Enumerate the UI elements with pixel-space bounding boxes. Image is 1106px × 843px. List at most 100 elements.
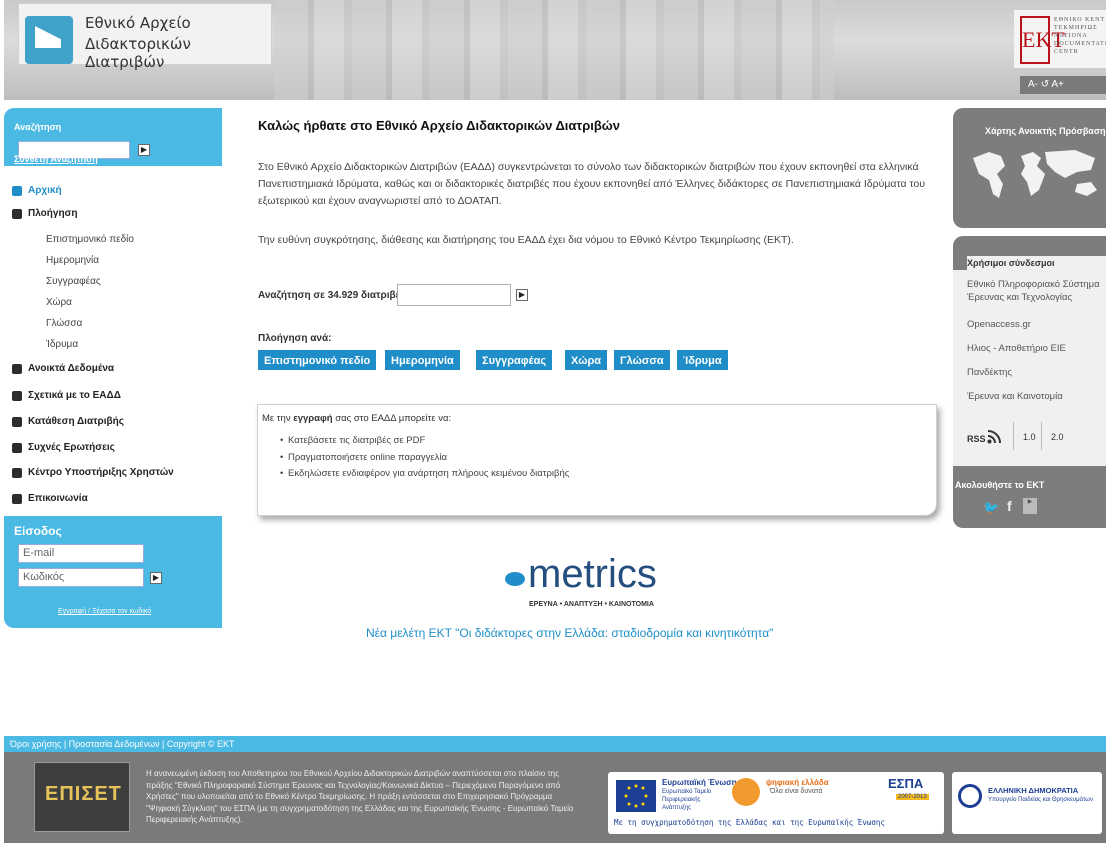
intro-paragraph: Στο Εθνικό Αρχείο Διδακτορικών Διατριβών…: [258, 161, 926, 207]
home-icon: [12, 186, 22, 196]
emetrics-logo[interactable]: metrics ΕΡΕΥΝΑ • ΑΝΑΠΤΥΞΗ • ΚΑΙΝΟΤΟΜΙΑ: [505, 552, 657, 608]
sidebar-browse-language[interactable]: Γλώσσα: [46, 318, 82, 329]
link-ekt-system[interactable]: Εθνικό Πληροφοριακό Σύστημα Έρευνας και …: [967, 278, 1106, 304]
register-link[interactable]: εγγραφή: [293, 413, 332, 424]
login-go-icon[interactable]: ▶: [150, 572, 162, 584]
logo-line1: Εθνικό Αρχείο: [85, 14, 191, 32]
nav-support[interactable]: Κέντρο Υποστήριξης Χρηστών: [4, 467, 222, 478]
sidebar-browse-author[interactable]: Συγγραφέας: [46, 276, 101, 287]
browse-date-button[interactable]: Ημερομηνία: [384, 349, 461, 371]
responsibility-paragraph: Την ευθύνη συγκρότησης, διάθεσης και δια…: [258, 234, 794, 246]
main-search-label: Αναζήτηση σε 34.929 διατριβές: [258, 290, 406, 301]
main-search-input[interactable]: [397, 284, 511, 306]
digital-greece-icon: [732, 778, 760, 806]
contact-icon: [12, 494, 22, 504]
link-helios[interactable]: Ηλιος - Αποθετήριο ΕΙΕ: [967, 342, 1106, 355]
benefit-item: Εκδηλώσετε ενδιαφέρον για ανάρτηση πλήρο…: [280, 468, 569, 479]
ekt-mark: EKT: [1020, 16, 1065, 64]
advanced-search-link[interactable]: Σύνθετη Αναζήτηση: [14, 154, 98, 164]
rss-icon[interactable]: [987, 430, 1001, 444]
browse-country-button[interactable]: Χώρα: [564, 349, 609, 371]
browse-language-button[interactable]: Γλώσσα: [613, 349, 671, 371]
eu-flag-icon: [616, 780, 656, 812]
follow-row: Ακολουθήστε το ΕΚΤ 🐦 f ▶: [953, 466, 1106, 528]
emetrics-word: metrics: [528, 552, 657, 596]
emetrics-tagline: ΕΡΕΥΝΑ • ΑΝΑΠΤΥΞΗ • ΚΑΙΝΟΤΟΜΙΑ: [529, 601, 654, 608]
footer-funding-text: Η ανανεωμένη έκδοση του Αποθετηρίου του …: [146, 769, 574, 824]
browse-field-button[interactable]: Επιστημονικό πεδίο: [257, 349, 378, 371]
ekt-logo[interactable]: EKT ΕΘΝΙΚΟ ΚΕΝΤ ΤΕΚΜΗΡΙΩΣ NATIONA DOCUME…: [1014, 10, 1106, 68]
nav-about[interactable]: Σχετικά με το ΕΑΔΔ: [4, 390, 222, 401]
nav-browse[interactable]: Πλοήγηση: [4, 208, 222, 219]
about-icon: [12, 391, 22, 401]
digital-greece-subtitle: Όλα είναι δυνατά: [770, 788, 823, 795]
nav-contact[interactable]: Επικοινωνία: [4, 493, 222, 504]
support-icon: [12, 468, 22, 478]
browse-institution-button[interactable]: Ίδρυμα: [676, 349, 729, 371]
eu-title: Ευρωπαϊκή Ένωση: [662, 778, 737, 787]
world-map-icon: [973, 150, 1097, 198]
register-forgot-links[interactable]: Εγγραφή / Ξέχασα τον κωδικό: [58, 608, 151, 615]
benefit-item: Πραγματοποιήσετε online παραγγελία: [280, 452, 447, 463]
sidebar-browse-country[interactable]: Χώρα: [46, 297, 72, 308]
login-panel: Είσοδος E-mail Κωδικός ▶ Εγγραφή / Ξέχασ…: [4, 516, 222, 628]
register-intro: Με την εγγραφή σας στο ΕΑΔΔ μπορείτε να:: [262, 413, 452, 424]
header-background-image: [274, 0, 834, 100]
espa-years: 2007-2013: [896, 794, 929, 800]
study-link[interactable]: Νέα μελέτη ΕΚΤ "Οι διδάκτορες στην Ελλάδ…: [366, 626, 773, 640]
main-search-go-icon[interactable]: ▶: [516, 289, 528, 301]
rss-v2-link[interactable]: 2.0: [1051, 432, 1064, 442]
left-sidebar: Αναζήτηση ▶ Σύνθετη Αναζήτηση Αρχική Πλο…: [4, 108, 222, 628]
gr-subtitle: Υπουργείο Παιδείας και Θρησκευμάτων: [988, 797, 1093, 803]
digital-greece-title: ψηφιακή ελλάδα: [766, 778, 829, 787]
youtube-icon[interactable]: ▶: [1023, 498, 1037, 514]
eu-subtitle: Ευρωπαϊκό Ταμείο Περιφερειακής Ανάπτυξης: [662, 789, 712, 811]
nav-open-data[interactable]: Ανοικτά Δεδομένα: [4, 363, 222, 374]
sidebar-browse-institution[interactable]: Ίδρυμα: [46, 339, 78, 350]
page-title: Καλώς ήρθατε στο Εθνικό Αρχείο Διδακτορι…: [258, 118, 620, 133]
sidebar-search-label: Αναζήτηση: [14, 122, 62, 132]
follow-title: Ακολουθήστε το ΕΚΤ: [955, 480, 1045, 490]
logo-mark-icon: [25, 16, 73, 64]
nav-home[interactable]: Αρχική: [4, 185, 222, 196]
page-header: Εθνικό Αρχείο Διδακτορικών Διατριβών EKT…: [4, 0, 1106, 100]
footer: ΕΠΙΣΕΤ Η ανανεωμένη έκδοση του Αποθετηρί…: [4, 752, 1106, 843]
sidebar-search-panel: Αναζήτηση ▶ Σύνθετη Αναζήτηση: [4, 108, 222, 166]
font-size-controls[interactable]: A- ↺ A+: [1020, 76, 1106, 94]
hellenic-republic-logo: ΕΛΛΗΝΙΚΗ ΔΗΜΟΚΡΑΤΙΑ Υπουργείο Παιδείας κ…: [952, 772, 1102, 834]
submit-thesis-icon: [12, 417, 22, 427]
useful-links-panel: Χρήσιμοι σύνδεσμοι Εθνικό Πληροφοριακό Σ…: [953, 236, 1106, 528]
rss-label[interactable]: RSS: [967, 434, 986, 444]
emetrics-e-icon: [505, 572, 525, 586]
map-title: Χάρτης Ανοικτής Πρόσβασης: [985, 126, 1106, 136]
browse-author-button[interactable]: Συγγραφέας: [475, 349, 554, 371]
rss-row: RSS 1.0 2.0: [953, 416, 1106, 464]
link-openaccess[interactable]: Openaccess.gr: [967, 318, 1106, 331]
greek-emblem-icon: [958, 784, 982, 808]
twitter-icon[interactable]: 🐦: [983, 500, 999, 516]
browse-icon: [12, 209, 22, 219]
site-logo[interactable]: Εθνικό Αρχείο Διδακτορικών Διατριβών: [18, 3, 272, 71]
cofunding-text: Με τη συγχρηματοδότηση της Ελλάδας και τ…: [614, 818, 885, 827]
link-pandektis[interactable]: Πανδέκτης: [967, 366, 1106, 379]
useful-links-title: Χρήσιμοι σύνδεσμοι: [967, 256, 1106, 270]
nav-faq[interactable]: Συχνές Ερωτήσεις: [4, 442, 222, 453]
browse-label: Πλοήγηση ανά:: [258, 333, 332, 344]
rss-v1-link[interactable]: 1.0: [1023, 432, 1036, 442]
sidebar-browse-field[interactable]: Επιστημονικό πεδίο: [46, 234, 134, 245]
link-research-innovation[interactable]: Έρευνα και Καινοτομία: [967, 390, 1106, 403]
sidebar-search-go-icon[interactable]: ▶: [138, 144, 150, 156]
sidebar-browse-date[interactable]: Ημερομηνία: [46, 255, 99, 266]
registration-benefits-box: Με την εγγραφή σας στο ΕΑΔΔ μπορείτε να:…: [257, 404, 937, 516]
footer-links[interactable]: Όροι χρήσης | Προστασία Δεδομένων | Copy…: [4, 736, 1106, 752]
gr-title: ΕΛΛΗΝΙΚΗ ΔΗΜΟΚΡΑΤΙΑ: [988, 786, 1079, 795]
login-title: Είσοδος: [14, 524, 62, 538]
facebook-icon[interactable]: f: [1007, 498, 1012, 514]
password-field[interactable]: Κωδικός: [18, 568, 144, 587]
nav-submit-thesis[interactable]: Κατάθεση Διατριβής: [4, 416, 222, 427]
epset-logo[interactable]: ΕΠΙΣΕΤ: [34, 762, 130, 832]
open-access-map-panel[interactable]: Χάρτης Ανοικτής Πρόσβασης: [953, 108, 1106, 228]
faq-icon: [12, 443, 22, 453]
funding-logos: Ευρωπαϊκή Ένωση Ευρωπαϊκό Ταμείο Περιφερ…: [608, 772, 944, 834]
email-field[interactable]: E-mail: [18, 544, 144, 563]
